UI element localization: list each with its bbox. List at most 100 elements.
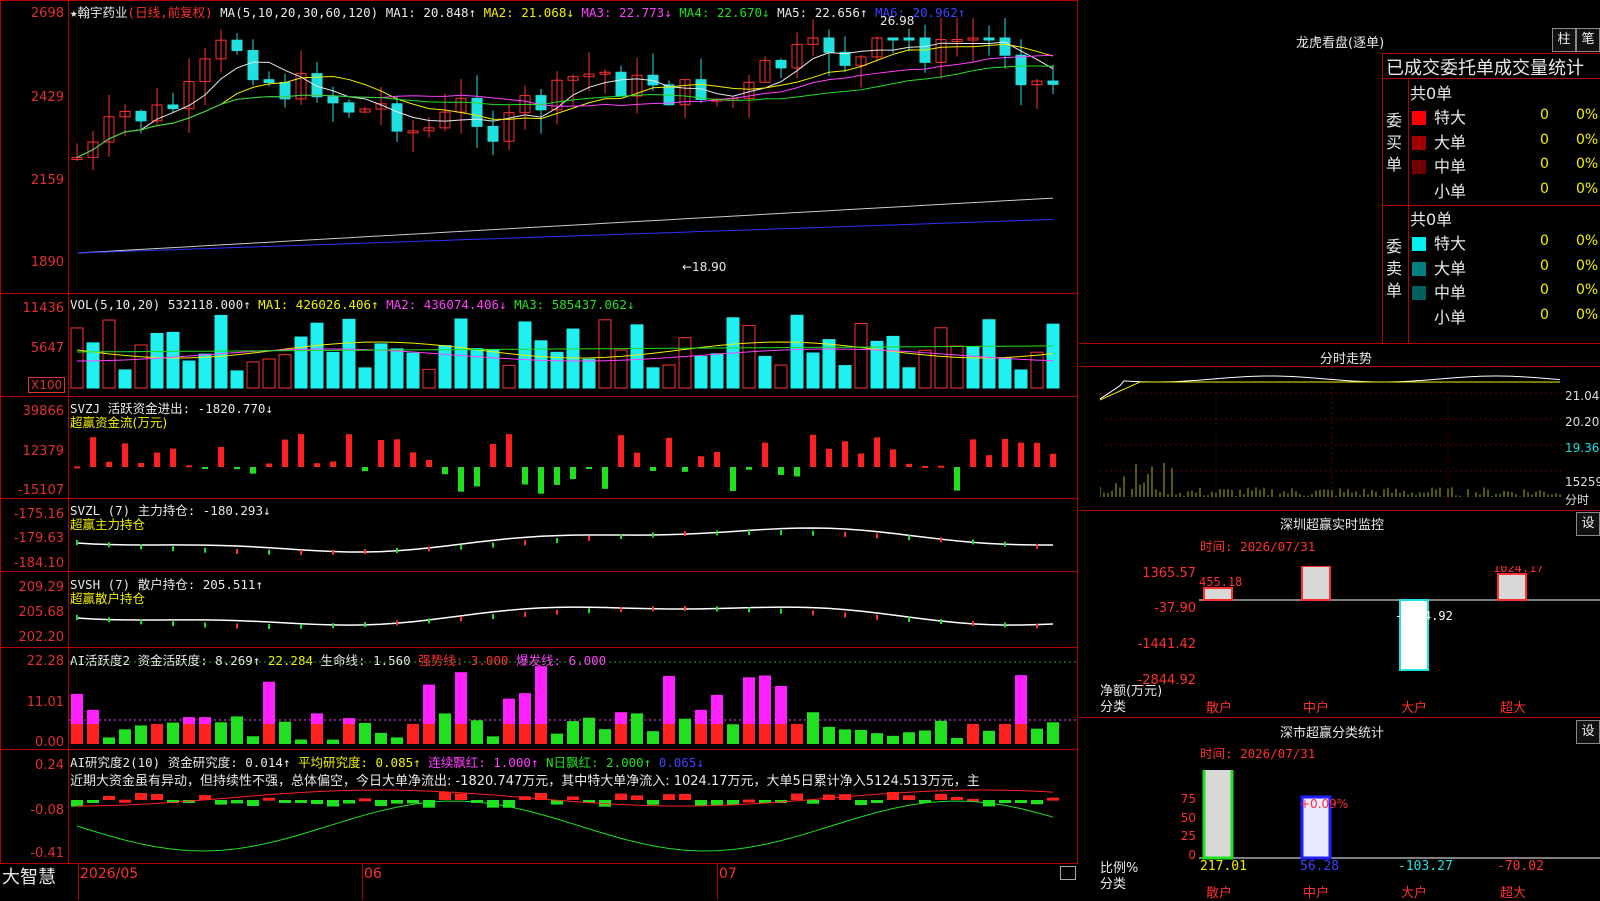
- divider: [1408, 78, 1409, 343]
- monitor-chart[interactable]: 455.18 1365.57 -2844.92 1024.17: [1199, 566, 1600, 712]
- candle-body: [135, 110, 147, 122]
- flow-bar: [570, 467, 576, 480]
- research-bar: [247, 800, 259, 806]
- research-bar: [679, 793, 691, 800]
- y-tick: 2698: [30, 6, 64, 21]
- hold-tick: [332, 623, 334, 629]
- candle-body: [1047, 80, 1059, 85]
- date-label: 06: [364, 866, 382, 882]
- hold-tick: [428, 618, 430, 624]
- flow-bar: [218, 446, 224, 467]
- flow-bar: [810, 434, 816, 467]
- research-bar: [1047, 797, 1059, 801]
- volume-bar: [166, 331, 180, 389]
- kline-chart[interactable]: [69, 18, 1077, 293]
- monitor-settings-button[interactable]: 设: [1576, 512, 1600, 536]
- ai2-avg: 平均研究度: 0.085↑: [297, 755, 421, 770]
- flow-bar: [794, 467, 800, 477]
- volume-bar: [854, 322, 868, 389]
- candle-body: [887, 37, 899, 41]
- flow-bar: [714, 451, 720, 467]
- activity-bar: [599, 729, 611, 744]
- order-count: 0: [1540, 156, 1549, 172]
- flow-bar: [890, 449, 896, 467]
- y-tick: -184.10: [13, 556, 64, 571]
- monitor-bar: [1301, 566, 1331, 601]
- ai2-lianxu: 连续飘红: 1.000↑: [428, 755, 539, 770]
- hold-tick: [812, 610, 814, 616]
- research-bar: [711, 800, 723, 805]
- lock-icon[interactable]: [1060, 866, 1076, 880]
- activity-bar: [903, 732, 915, 744]
- hold-tick: [428, 546, 430, 552]
- activity-bar: [1015, 675, 1027, 724]
- activity-bar: [471, 720, 483, 744]
- research-bar: [311, 800, 323, 805]
- volume-bar: [598, 319, 612, 389]
- flow-bar: [442, 467, 448, 475]
- ai2-nri: N日飘红: 2.000↑: [545, 755, 652, 770]
- flow-bar: [170, 448, 176, 467]
- brand-logo: 大智慧: [2, 867, 56, 888]
- activity-bar: [215, 722, 227, 744]
- date-tick: [362, 864, 363, 900]
- order-size-label: 大单: [1434, 132, 1467, 152]
- activity-bar: [183, 724, 195, 744]
- activity-bar: [407, 724, 419, 744]
- flow-bar: [394, 439, 400, 467]
- activity-bar: [679, 718, 691, 744]
- volume-bar: [918, 349, 932, 389]
- hold-tick: [652, 606, 654, 612]
- activity-bar: [391, 737, 403, 744]
- intraday-volume: 15259: [1565, 475, 1600, 489]
- research-bar: [295, 800, 307, 803]
- flow-bar: [954, 467, 960, 491]
- ai1-chart[interactable]: [69, 660, 1077, 748]
- activity-bar: [519, 724, 531, 744]
- research-bar: [1031, 800, 1043, 805]
- research-bar: [615, 793, 627, 800]
- buy-total: 共0单: [1410, 84, 1453, 103]
- volume-bar: [454, 318, 468, 389]
- volume-chart[interactable]: [69, 310, 1077, 396]
- stats-y-tick: 50: [1180, 811, 1196, 825]
- order-size-label: 小单: [1434, 307, 1467, 327]
- monitor-value: 1024.17: [1493, 566, 1544, 575]
- svsh-chart[interactable]: [69, 580, 1077, 646]
- y-tick: -179.63: [13, 531, 64, 546]
- activity-bar: [311, 713, 323, 724]
- bar-mode-button[interactable]: 柱: [1552, 28, 1576, 52]
- sell-side-label: 委卖单: [1386, 237, 1403, 300]
- ai2-chart[interactable]: [69, 788, 1077, 863]
- ai2-title: AI研究度2(10) 资金研究度: 0.014↑: [70, 755, 291, 770]
- stats-chart[interactable]: [1199, 770, 1600, 900]
- flow-bar: [906, 463, 912, 467]
- research-bar: [951, 796, 963, 800]
- tick-mode-button[interactable]: 笔: [1576, 28, 1600, 52]
- stats-settings-button[interactable]: 设: [1576, 720, 1600, 744]
- research-bar: [455, 793, 467, 800]
- activity-bar: [855, 729, 867, 744]
- activity-bar: [583, 717, 595, 744]
- ma-line: [76, 41, 1054, 158]
- activity-bar: [135, 725, 147, 744]
- order-size-label: 中单: [1434, 157, 1467, 176]
- bottom-bar: [0, 864, 1078, 900]
- ma-line: [76, 54, 1054, 158]
- svzj-chart[interactable]: [69, 405, 1077, 498]
- hold-tick: [908, 535, 910, 541]
- volume-bar: [502, 364, 516, 389]
- svzl-chart[interactable]: [69, 505, 1077, 571]
- hold-tick: [236, 548, 238, 554]
- stats-time: 时间: 2026/07/31: [1200, 746, 1316, 761]
- volume-bar: [998, 357, 1012, 389]
- volume-bar: [246, 361, 260, 389]
- ai2-last: 0.065↓: [658, 755, 704, 770]
- intraday-chart[interactable]: [1100, 367, 1565, 507]
- ma-line: [76, 218, 1054, 254]
- research-bar: [215, 800, 227, 805]
- volume-bar: [710, 353, 724, 389]
- flow-bar: [490, 444, 496, 467]
- hold-tick: [140, 619, 142, 625]
- intraday-price: 20.20: [1565, 415, 1600, 429]
